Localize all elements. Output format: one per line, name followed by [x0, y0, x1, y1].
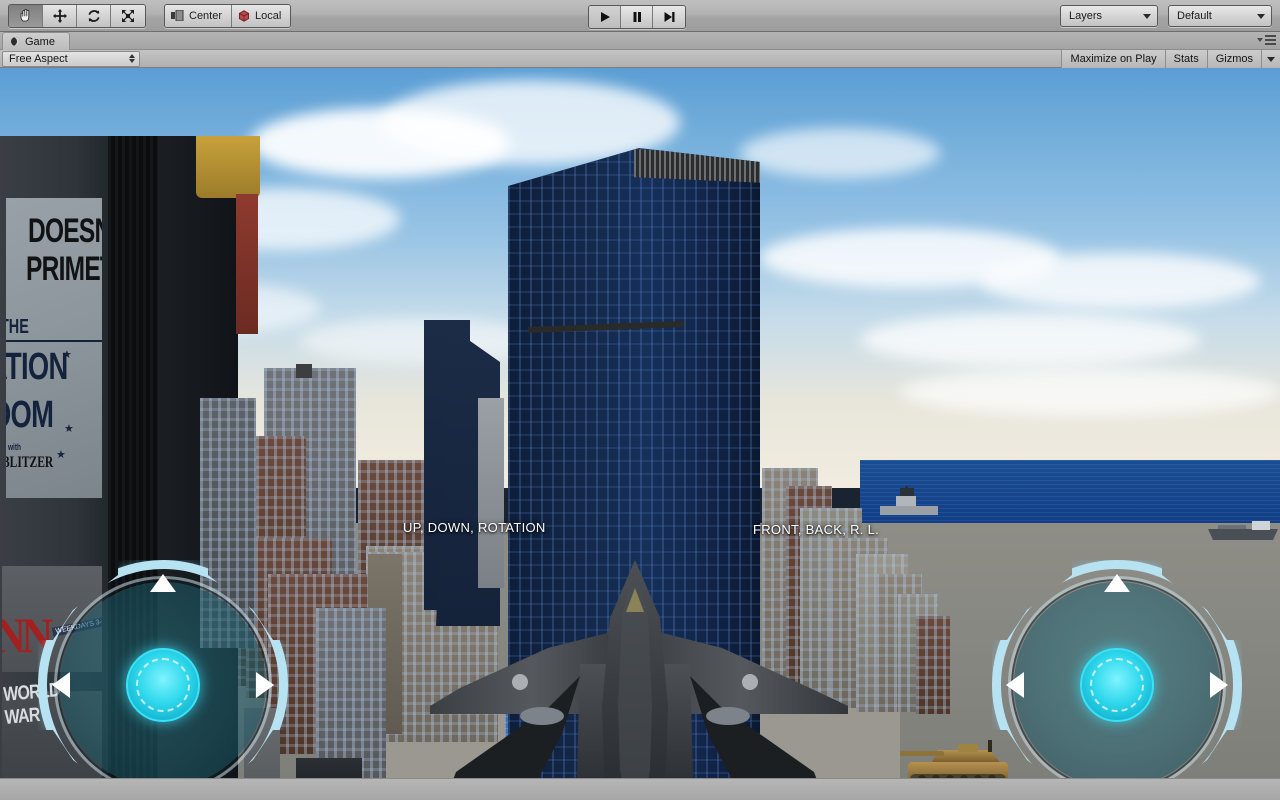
hud-left-label: UP, DOWN, ROTATION	[403, 520, 546, 535]
playmode-controls	[588, 5, 686, 29]
maximize-on-play-label: Maximize on Play	[1070, 53, 1157, 65]
billboard-line-1: DOESN'T	[28, 212, 102, 250]
step-icon	[664, 12, 675, 22]
game-view-toolbar: Free Aspect Maximize on Play Stats Gizmo…	[0, 50, 1280, 68]
cloud	[740, 128, 940, 178]
building-yellow-cap	[196, 136, 260, 198]
scale-icon	[122, 9, 134, 22]
handle-space-label: Local	[255, 9, 282, 22]
joystick-knob[interactable]	[1080, 648, 1154, 722]
aspect-ratio-select[interactable]: Free Aspect	[2, 50, 140, 67]
cloud	[300, 318, 540, 364]
game-view-toolbar-right: Maximize on Play Stats Gizmos	[1061, 50, 1280, 68]
local-space-icon	[238, 9, 250, 22]
play-button[interactable]	[589, 6, 621, 28]
chevron-down-icon	[1267, 56, 1275, 62]
joystick-arrow-up-icon[interactable]	[150, 574, 176, 592]
ship-icon	[1208, 521, 1278, 540]
billboard-line-6: with	[8, 442, 21, 452]
layout-dropdown-label: Default	[1177, 10, 1212, 22]
star-icon: ★	[62, 349, 72, 361]
stats-label: Stats	[1173, 53, 1199, 65]
billboard-rule	[6, 340, 102, 342]
scale-tool-button[interactable]	[111, 4, 145, 27]
chevron-down-icon	[1257, 13, 1265, 19]
pivot-mode-label: Center	[189, 9, 223, 22]
editor-tab-bar: Game	[0, 32, 1280, 50]
hand-icon	[20, 8, 29, 21]
hamburger-icon	[1265, 35, 1276, 45]
joystick-arrow-right-icon[interactable]	[1210, 672, 1228, 698]
joystick-arrow-up-icon[interactable]	[1104, 574, 1130, 592]
gizmos-dropdown-button[interactable]	[1261, 50, 1280, 68]
step-button[interactable]	[653, 6, 685, 28]
handle-space-button[interactable]: Local	[232, 4, 291, 27]
jet-icon	[430, 560, 848, 778]
game-viewport[interactable]: DOESN'T PRIMETIME THE ATION OOM with BLI…	[0, 68, 1280, 778]
editor-status-bar	[0, 778, 1280, 800]
star-icon: ★	[56, 449, 66, 461]
building-right-h	[916, 616, 950, 714]
layers-dropdown[interactable]: Layers	[1060, 5, 1158, 27]
gizmos-toggle[interactable]: Gizmos	[1206, 50, 1261, 68]
pivot-mode-button[interactable]: Center	[165, 4, 233, 27]
star-icon: ★	[64, 423, 74, 435]
hud-right-label: FRONT, BACK, R. L.	[753, 522, 880, 537]
tab-game[interactable]: Game	[2, 32, 70, 50]
hand-tool-button[interactable]	[9, 4, 43, 27]
billboard-line-7: BLITZER	[6, 454, 54, 471]
ship-icon	[880, 486, 938, 515]
rotate-icon	[87, 9, 100, 22]
billboard-line-2: PRIMETIME	[26, 250, 102, 288]
chevron-down-icon	[1257, 38, 1263, 42]
joystick-arrow-left-icon[interactable]	[1006, 672, 1024, 698]
left-virtual-joystick[interactable]	[38, 560, 288, 778]
billboard-line-5: OOM	[6, 394, 54, 436]
billboard-line-3: THE	[6, 316, 29, 338]
aspect-ratio-label: Free Aspect	[9, 52, 68, 65]
game-moon-icon	[11, 37, 20, 46]
move-icon	[52, 8, 67, 23]
right-virtual-joystick[interactable]	[992, 560, 1242, 778]
layout-dropdown[interactable]: Default	[1168, 5, 1272, 27]
maximize-on-play-toggle[interactable]: Maximize on Play	[1061, 50, 1165, 68]
cargo-ship	[1208, 520, 1280, 542]
billboard-line-4: ATION	[6, 346, 68, 388]
move-tool-button[interactable]	[43, 4, 77, 27]
cloud	[980, 253, 1260, 309]
center-pivot-icon	[171, 10, 184, 21]
joystick-arrow-right-icon[interactable]	[256, 672, 274, 698]
play-icon	[600, 12, 610, 22]
cloud	[860, 313, 1200, 367]
building-red-panel	[236, 194, 258, 334]
joystick-arrow-left-icon[interactable]	[52, 672, 70, 698]
layers-dropdown-label: Layers	[1069, 10, 1103, 22]
rotate-tool-button[interactable]	[77, 4, 111, 27]
building-roof-antenna	[296, 364, 312, 378]
transform-tools-group	[8, 3, 146, 28]
pivot-handle-group: Center Local	[164, 3, 292, 28]
building-gray-front	[316, 608, 386, 778]
naval-ship	[878, 486, 940, 518]
unity-main-toolbar: Center Local Layers Default	[0, 0, 1280, 32]
fighter-jet	[430, 556, 850, 778]
stats-toggle[interactable]: Stats	[1164, 50, 1207, 68]
joystick-knob[interactable]	[126, 648, 200, 722]
panel-menu-icon[interactable]	[1257, 35, 1276, 45]
billboard-situation-room: DOESN'T PRIMETIME THE ATION OOM with BLI…	[6, 198, 102, 498]
updown-arrows-icon	[129, 54, 135, 63]
pause-button[interactable]	[621, 6, 653, 28]
ground-prop-container	[296, 758, 362, 778]
gizmos-label: Gizmos	[1215, 53, 1253, 65]
cloud	[900, 368, 1280, 416]
tab-game-label: Game	[25, 35, 55, 48]
pause-icon	[633, 12, 641, 22]
chevron-down-icon	[1143, 13, 1151, 19]
